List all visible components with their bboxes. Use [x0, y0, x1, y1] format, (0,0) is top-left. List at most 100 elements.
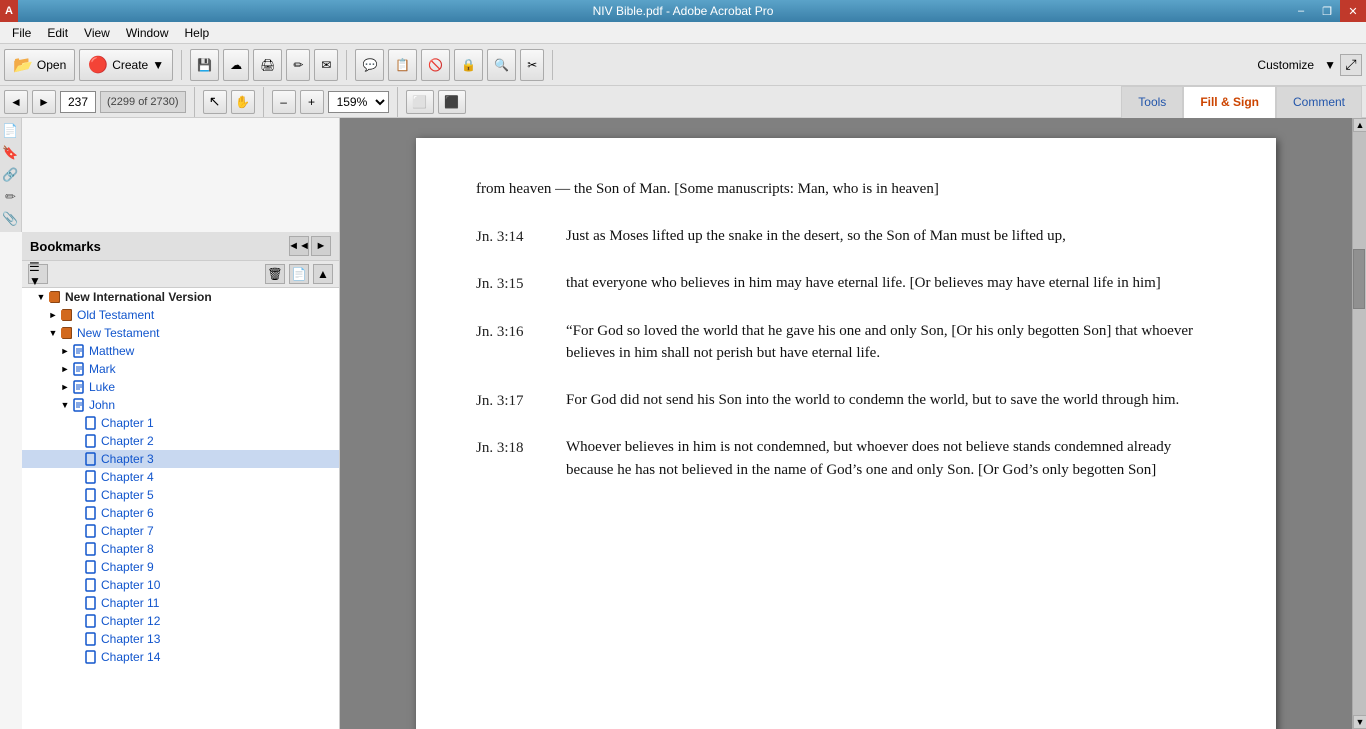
open-button[interactable]: 📂 Open [4, 49, 75, 81]
verse-text-0: Just as Moses lifted up the snake in the… [566, 225, 1216, 249]
tree-item-ch5[interactable]: ► Chapter 5 [22, 486, 339, 504]
delete-bookmark-button[interactable]: 🗑 [265, 264, 285, 284]
page-icon-ch5 [84, 488, 98, 502]
select-tool-button[interactable]: ↖ [203, 90, 227, 114]
tree-item-john[interactable]: ▼ John [22, 396, 339, 414]
tree-label-luke: Luke [89, 380, 115, 394]
panel-icon-attach[interactable]: 📎 [2, 210, 20, 228]
tree-item-niv[interactable]: ▼ New International Version [22, 288, 339, 306]
save-button[interactable]: 💾 [190, 49, 219, 81]
pdf-viewer[interactable]: from heaven — the Son of Man. [Some manu… [340, 118, 1352, 729]
scroll-down-button[interactable]: ▼ [1353, 715, 1366, 729]
bookmarks-toolbar: ☰ ▼ 🗑 📄 ▲ [22, 261, 339, 288]
toggle-niv[interactable]: ▼ [34, 290, 48, 304]
edit-icon: ✏ [293, 58, 303, 72]
panel-icon-bookmark[interactable]: 🔖 [2, 144, 20, 162]
next-page-button[interactable]: ► [32, 90, 56, 114]
verse-text-3: For God did not send his Son into the wo… [566, 389, 1216, 413]
minimize-button[interactable]: – [1288, 0, 1314, 22]
menu-view[interactable]: View [76, 24, 118, 42]
verse-text-1: that everyone who believes in him may ha… [566, 272, 1216, 296]
create-icon: 🔴 [88, 55, 108, 75]
scroll-up-button[interactable]: ▲ [1353, 118, 1366, 132]
panel-icon-page[interactable]: 📄 [2, 122, 20, 140]
tree-item-ch14[interactable]: ► Chapter 14 [22, 648, 339, 666]
customize-label[interactable]: Customize [1251, 56, 1320, 74]
page-icon-ch12 [84, 614, 98, 628]
menu-file[interactable]: File [4, 24, 39, 42]
tree-item-nt[interactable]: ▼ New Testament [22, 324, 339, 342]
toggle-john[interactable]: ▼ [58, 398, 72, 412]
tree-item-ch11[interactable]: ► Chapter 11 [22, 594, 339, 612]
zoom-select[interactable]: 159% 100% 75% 125% 150% 200% [328, 91, 389, 113]
menu-edit[interactable]: Edit [39, 24, 76, 42]
toolbar-separator-1 [181, 50, 182, 80]
create-button[interactable]: 🔴 Create ▼ [79, 49, 173, 81]
toggle-matthew[interactable]: ► [58, 344, 72, 358]
tree-item-ch12[interactable]: ► Chapter 12 [22, 612, 339, 630]
collapse-all-button[interactable]: ◄◄ [289, 236, 309, 256]
expand-panel-button[interactable]: ► [311, 236, 331, 256]
close-button[interactable]: ✕ [1340, 0, 1366, 22]
tree-label-ch10: Chapter 10 [101, 578, 160, 592]
tab-fill-sign[interactable]: Fill & Sign [1183, 86, 1276, 118]
toggle-nt[interactable]: ▼ [46, 326, 60, 340]
panel-icon-sign[interactable]: ✏ [2, 188, 20, 206]
toggle-ot[interactable]: ► [46, 308, 60, 322]
nav-sep-1 [194, 87, 195, 117]
verse-row-4: Jn. 3:18Whoever believes in him is not c… [476, 436, 1216, 481]
toggle-mark[interactable]: ► [58, 362, 72, 376]
scroll-thumb[interactable] [1353, 249, 1365, 309]
tree-label-ch12: Chapter 12 [101, 614, 160, 628]
maximize-button[interactable]: ❐ [1314, 0, 1340, 22]
menu-window[interactable]: Window [118, 24, 177, 42]
cloud-button[interactable]: ☁ [223, 49, 249, 81]
tree-item-ch6[interactable]: ► Chapter 6 [22, 504, 339, 522]
tree-item-ch9[interactable]: ► Chapter 9 [22, 558, 339, 576]
lock-button[interactable]: 🔒 [454, 49, 483, 81]
toolbar-expand-button[interactable]: ⤢ [1340, 54, 1362, 76]
search-button[interactable]: 🔍 [487, 49, 516, 81]
tree-item-mark[interactable]: ► Mark [22, 360, 339, 378]
stamp-button[interactable]: 📋 [388, 49, 417, 81]
left-panel: 📄 🔖 🔗 ✏ 📎 Bookmarks ◄◄ ► ☰ ▼ 🗑 📄 ▲ [0, 118, 340, 729]
tab-tools[interactable]: Tools [1121, 86, 1183, 118]
tree-item-matthew[interactable]: ► Matthew [22, 342, 339, 360]
tree-item-ch2[interactable]: ► Chapter 2 [22, 432, 339, 450]
panel-icon-link[interactable]: 🔗 [2, 166, 20, 184]
fit-page-button[interactable]: ⬜ [406, 90, 434, 114]
zoom-in-button[interactable]: + [300, 90, 324, 114]
print-button[interactable]: 🖨 [253, 49, 282, 81]
move-bookmark-up-button[interactable]: ▲ [313, 264, 333, 284]
fit-width-button[interactable]: ⬛ [438, 90, 466, 114]
redact-button[interactable]: 🚫 [421, 49, 450, 81]
tab-comment[interactable]: Comment [1276, 86, 1362, 118]
tree-item-ot[interactable]: ► Old Testament [22, 306, 339, 324]
page-number-input[interactable] [60, 91, 96, 113]
prev-page-button[interactable]: ◄ [4, 90, 28, 114]
tree-item-ch3[interactable]: ► Chapter 3 [22, 450, 339, 468]
tree-label-niv: New International Version [65, 290, 212, 304]
hand-tool-button[interactable]: ✋ [231, 90, 255, 114]
verse-row-3: Jn. 3:17For God did not send his Son int… [476, 389, 1216, 413]
right-scrollbar[interactable]: ▲ ▼ [1352, 118, 1366, 729]
scissors-button[interactable]: ✂ [520, 49, 544, 81]
scroll-track[interactable] [1353, 132, 1366, 715]
bookmark-options-button[interactable]: ☰ ▼ [28, 264, 48, 284]
tree-item-luke[interactable]: ► Luke [22, 378, 339, 396]
comment-button[interactable]: 💬 [355, 49, 384, 81]
window-controls: – ❐ ✕ [1288, 0, 1366, 22]
menu-help[interactable]: Help [177, 24, 218, 42]
tree-item-ch7[interactable]: ► Chapter 7 [22, 522, 339, 540]
tree-item-ch4[interactable]: ► Chapter 4 [22, 468, 339, 486]
tree-item-ch13[interactable]: ► Chapter 13 [22, 630, 339, 648]
edit-button[interactable]: ✏ [286, 49, 310, 81]
tree-item-ch1[interactable]: ► Chapter 1 [22, 414, 339, 432]
tree-item-ch8[interactable]: ► Chapter 8 [22, 540, 339, 558]
new-bookmark-button[interactable]: 📄 [289, 264, 309, 284]
toggle-luke[interactable]: ► [58, 380, 72, 394]
tree-item-ch10[interactable]: ► Chapter 10 [22, 576, 339, 594]
tree-label-ch3: Chapter 3 [101, 452, 154, 466]
zoom-out-button[interactable]: – [272, 90, 296, 114]
email-button[interactable]: ✉ [314, 49, 338, 81]
